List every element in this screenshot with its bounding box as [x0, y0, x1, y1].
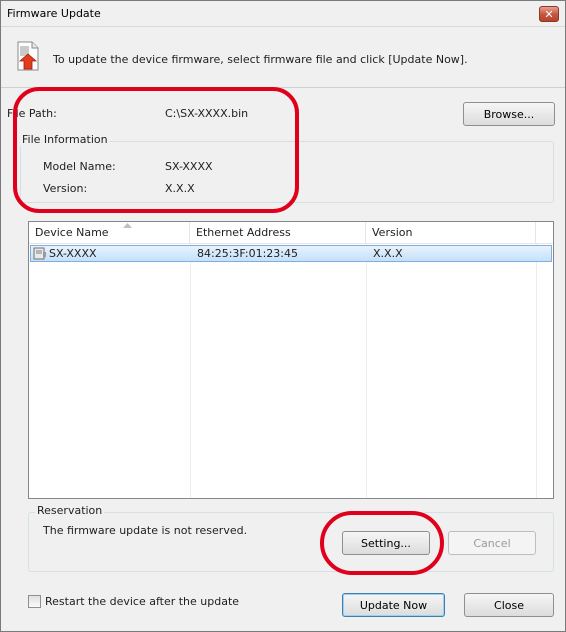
close-icon: ✕: [544, 7, 554, 21]
column-header-device-name[interactable]: Device Name: [29, 222, 190, 244]
window-title: Firmware Update: [7, 7, 101, 20]
model-name-label: Model Name:: [43, 160, 116, 173]
document-upload-icon: [17, 41, 39, 71]
restart-device-label[interactable]: Restart the device after the update: [45, 595, 239, 608]
close-button-label: Close: [494, 598, 524, 612]
setting-button[interactable]: Setting...: [342, 531, 430, 555]
close-window-button[interactable]: ✕: [539, 6, 559, 22]
file-path-value: C:\SX-XXXX.bin: [165, 107, 249, 120]
column-separator: [190, 244, 191, 498]
column-separator: [366, 244, 367, 498]
device-name-cell: SX-XXXX: [49, 247, 97, 260]
column-label-version: Version: [372, 226, 413, 239]
column-header-ethernet-address[interactable]: Ethernet Address: [190, 222, 366, 244]
close-button[interactable]: Close: [464, 593, 554, 617]
file-path-label: File Path:: [7, 107, 57, 120]
version-cell: X.X.X: [373, 247, 403, 260]
column-label-ethernet-address: Ethernet Address: [196, 226, 291, 239]
file-information-title: File Information: [20, 133, 110, 146]
title-bar: Firmware Update ✕: [1, 1, 565, 27]
browse-button[interactable]: Browse...: [463, 102, 555, 126]
column-header-version[interactable]: Version: [366, 222, 536, 244]
header-divider: [1, 87, 565, 88]
sort-ascending-icon: [123, 223, 132, 228]
table-row[interactable]: SX-XXXX 84:25:3F:01:23:45 X.X.X: [30, 245, 552, 262]
firmware-update-dialog: Firmware Update ✕ To update the device f…: [0, 0, 566, 632]
setting-button-label: Setting...: [361, 536, 411, 550]
version-value: X.X.X: [165, 182, 195, 195]
device-list[interactable]: Device Name Ethernet Address Version SX-…: [28, 221, 554, 499]
browse-button-label: Browse...: [483, 107, 535, 121]
update-now-button-label: Update Now: [359, 598, 428, 612]
ethernet-address-cell: 84:25:3F:01:23:45: [197, 247, 298, 260]
update-now-button[interactable]: Update Now: [342, 593, 445, 617]
model-name-value: SX-XXXX: [165, 160, 213, 173]
header-instructions: To update the device firmware, select fi…: [53, 53, 468, 66]
device-icon: [33, 247, 46, 260]
column-label-device-name: Device Name: [35, 226, 109, 239]
restart-device-checkbox[interactable]: [28, 595, 41, 608]
cancel-button-label: Cancel: [473, 536, 511, 550]
reservation-status: The firmware update is not reserved.: [43, 524, 248, 537]
device-list-header: Device Name Ethernet Address Version: [29, 222, 553, 244]
version-label: Version:: [43, 182, 88, 195]
cancel-reservation-button[interactable]: Cancel: [448, 531, 536, 555]
column-separator: [536, 244, 537, 498]
reservation-title: Reservation: [35, 504, 105, 517]
